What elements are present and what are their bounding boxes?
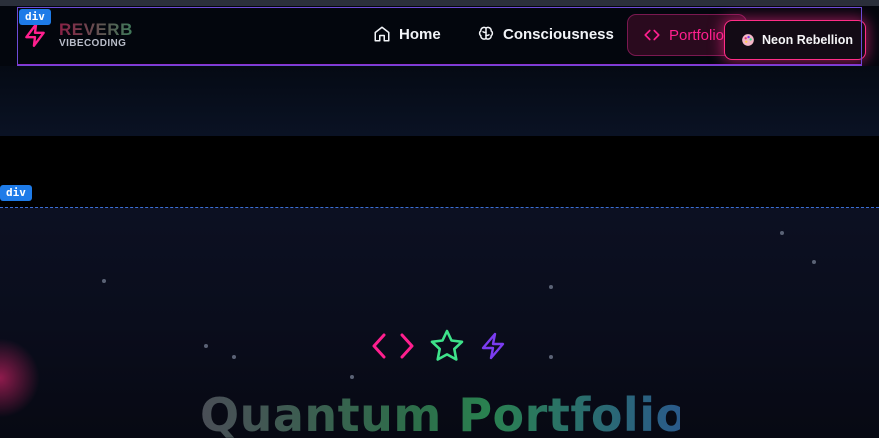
star-particle <box>549 285 553 289</box>
section-spacer <box>0 136 879 207</box>
star-particle <box>102 279 106 283</box>
star-particle <box>232 355 236 359</box>
page-title: Quantum Portfolio <box>200 388 687 438</box>
star-particle <box>350 375 354 379</box>
hero-section: Quantum Portfolio <box>0 207 879 438</box>
navbar-bottom-border <box>17 64 862 65</box>
header-spacer <box>0 66 879 136</box>
glow-orb <box>0 338 40 418</box>
inspector-tag: div <box>19 9 51 25</box>
star-particle <box>549 355 553 359</box>
inspector-tag: div <box>0 185 32 201</box>
star-particle <box>204 344 208 348</box>
star-particle <box>780 231 784 235</box>
star-particle <box>812 260 816 264</box>
lightning-icon <box>481 332 505 360</box>
inspector-outline <box>17 7 862 66</box>
code-icon <box>372 333 414 359</box>
star-icon <box>430 329 464 361</box>
